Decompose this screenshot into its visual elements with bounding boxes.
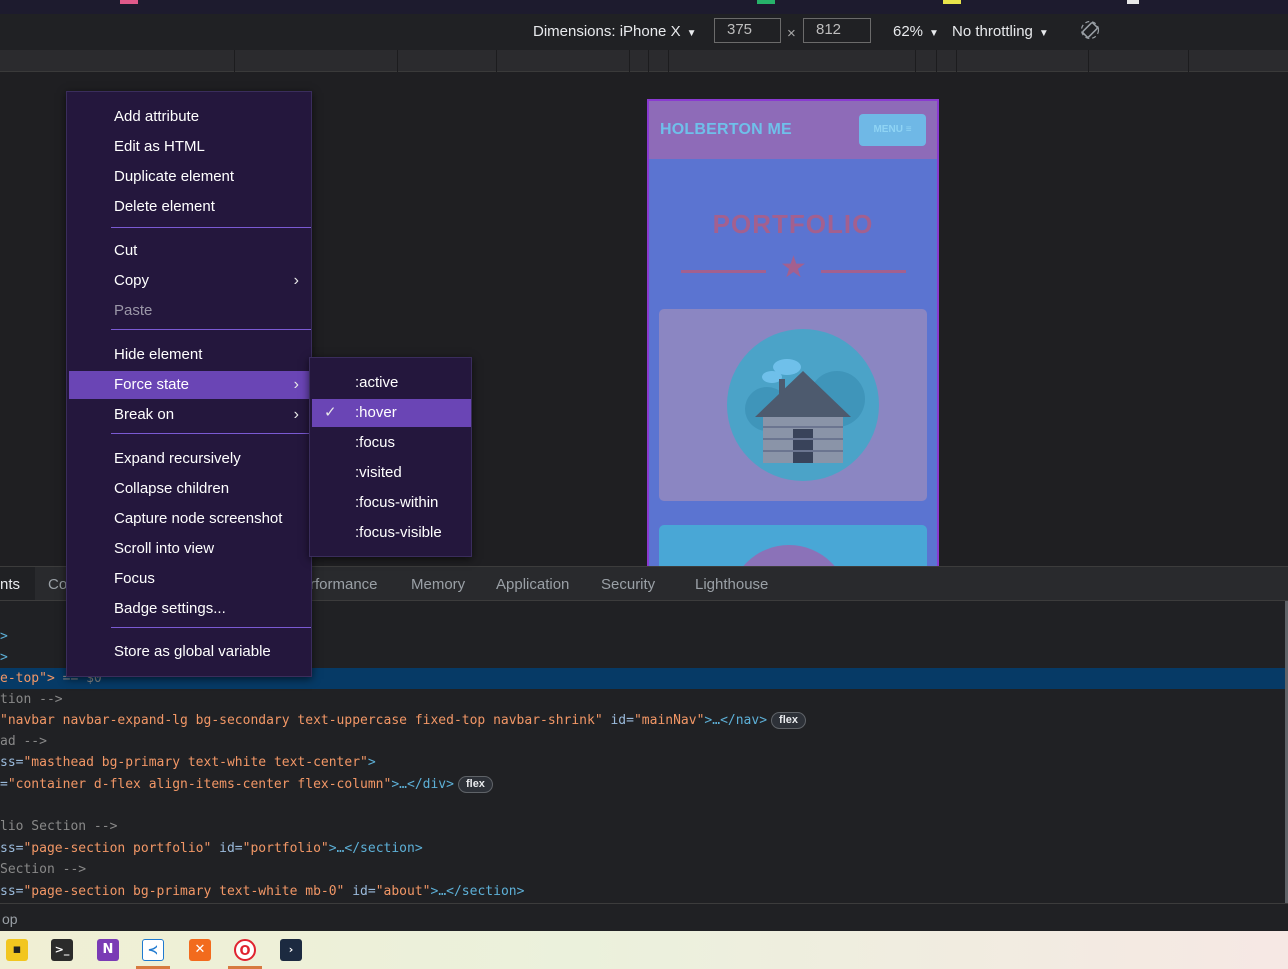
portfolio-item[interactable] <box>659 525 927 566</box>
menu-item-store-as-global-variable[interactable]: Store as global variable <box>69 638 309 666</box>
menu-item-edit-as-html[interactable]: Edit as HTML <box>69 133 309 161</box>
chevron-right-icon: › <box>293 272 299 289</box>
caret-down-icon: ▼ <box>1038 28 1049 39</box>
onenote-icon[interactable]: N <box>97 939 119 961</box>
opera-icon[interactable]: O <box>234 939 256 961</box>
menu-separator <box>111 227 311 228</box>
menu-item-label: Force state <box>114 376 190 393</box>
submenu-item-focus[interactable]: :focus <box>312 429 471 457</box>
tab-memory[interactable]: Memory <box>411 576 465 593</box>
mobile-navbar: HOLBERTON ME MENU ≡ <box>649 101 937 159</box>
caret-down-icon: ▼ <box>929 28 939 39</box>
menu-item-copy[interactable]: Copy › <box>69 267 309 295</box>
menu-item-hide-element[interactable]: Hide element <box>69 341 309 369</box>
portfolio-item[interactable] <box>659 309 927 501</box>
flex-badge[interactable]: flex <box>771 712 807 729</box>
context-menu: Add attribute Edit as HTML Duplicate ele… <box>66 91 312 677</box>
menu-item-paste: Paste <box>114 302 153 319</box>
throttling-dropdown[interactable]: No throttling ▼ <box>952 23 1049 40</box>
menu-separator <box>111 627 311 628</box>
times-symbol: × <box>787 25 796 42</box>
tab-console[interactable]: Co <box>48 576 67 593</box>
submenu-item-active[interactable]: :active <box>312 369 471 397</box>
media-query-bar[interactable] <box>0 50 1288 72</box>
menu-item-delete-element[interactable]: Delete element <box>69 193 309 221</box>
menu-item-force-state[interactable]: Force state › <box>69 371 309 399</box>
menu-item-badge-settings[interactable]: Badge settings... <box>69 595 309 623</box>
menu-item-cut[interactable]: Cut <box>69 237 309 265</box>
portfolio-heading: PORTFOLIO <box>712 209 874 239</box>
menu-item-break-on[interactable]: Break on › <box>69 401 309 429</box>
menu-item-label: Copy <box>114 272 150 289</box>
width-input[interactable]: 375 <box>714 18 781 43</box>
dom-line[interactable]: ss="page-section portfolio" id="portfoli… <box>0 838 1285 859</box>
divider-line <box>821 270 906 273</box>
dimensions-label: Dimensions: iPhone X <box>533 23 681 40</box>
sticky-notes-icon[interactable]: ▪ <box>6 939 28 961</box>
chevron-right-icon: › <box>293 376 299 393</box>
menu-item-collapse-children[interactable]: Collapse children <box>69 475 309 503</box>
dom-line[interactable]: tion --> <box>0 689 1285 710</box>
vscode-icon[interactable]: ≺ <box>142 939 164 961</box>
star-icon: ★ <box>780 251 807 284</box>
checkmark-icon: ✓ <box>324 404 337 421</box>
zoom-label: 62% <box>893 23 924 40</box>
dom-line[interactable]: ="container d-flex align-items-center fl… <box>0 774 1285 795</box>
tab-performance[interactable]: rformance <box>310 576 378 593</box>
brand-logo[interactable]: HOLBERTON ME <box>660 121 792 139</box>
submenu-item-hover[interactable]: ✓ :hover <box>312 399 471 427</box>
submenu-item-visited[interactable]: :visited <box>312 459 471 487</box>
tab-security[interactable]: Security <box>601 576 655 593</box>
menu-button[interactable]: MENU ≡ <box>859 114 926 146</box>
dom-line[interactable]: ad --> <box>0 731 1285 752</box>
tab-fragment <box>943 0 961 4</box>
dimensions-dropdown[interactable]: Dimensions: iPhone X ▼ <box>533 23 696 40</box>
flex-badge[interactable]: flex <box>457 776 493 793</box>
menu-item-label: :hover <box>355 404 397 421</box>
rotate-icon[interactable] <box>1080 20 1100 40</box>
dom-line[interactable]: ss="masthead bg-primary text-white text-… <box>0 752 1285 773</box>
tab-application[interactable]: Application <box>496 576 569 593</box>
device-toolbar: Dimensions: iPhone X ▼ 375 × 812 62% ▼ No … <box>0 14 1288 48</box>
tab-lighthouse[interactable]: Lighthouse <box>695 576 768 593</box>
dom-line[interactable]: ss="page-section bg-primary text-white m… <box>0 881 1285 902</box>
dom-line[interactable]: Section --> <box>0 859 1285 880</box>
tab-fragment <box>1127 0 1139 4</box>
submenu-item-focus-visible[interactable]: :focus-visible <box>312 519 471 547</box>
divider-line <box>681 270 766 273</box>
menu-separator <box>111 433 311 434</box>
throttling-label: No throttling <box>952 23 1033 40</box>
menu-item-focus[interactable]: Focus <box>69 565 309 593</box>
tab-elements[interactable]: nts <box>0 576 20 593</box>
taskbar: ▪ >_ N ≺ ✕ O › <box>0 931 1288 969</box>
terminal-icon[interactable]: >_ <box>51 939 73 961</box>
force-state-submenu: :active ✓ :hover :focus :visited :focus-… <box>309 357 472 557</box>
mobile-page-preview[interactable]: HOLBERTON ME MENU ≡ PORTFOLIO ★ <box>647 99 939 566</box>
powershell-icon[interactable]: › <box>280 939 302 961</box>
menu-item-expand-recursively[interactable]: Expand recursively <box>69 445 309 473</box>
tab-fragment <box>757 0 775 4</box>
menu-item-duplicate-element[interactable]: Duplicate element <box>69 163 309 191</box>
menu-item-capture-node-screenshot[interactable]: Capture node screenshot <box>69 505 309 533</box>
zoom-dropdown[interactable]: 62% ▼ <box>893 23 939 40</box>
dom-line[interactable]: lio Section --> <box>0 816 1285 837</box>
height-input[interactable]: 812 <box>803 18 871 43</box>
dom-line[interactable]: "navbar navbar-expand-lg bg-secondary te… <box>0 710 1285 731</box>
browser-tab-strip <box>0 0 1288 14</box>
breadcrumb[interactable]: op <box>0 903 1288 931</box>
submenu-item-focus-within[interactable]: :focus-within <box>312 489 471 517</box>
caret-down-icon: ▼ <box>686 28 697 39</box>
menu-item-label: Break on <box>114 406 175 423</box>
menu-item-add-attribute[interactable]: Add attribute <box>69 103 309 131</box>
cabin-image <box>727 329 879 481</box>
chevron-right-icon: › <box>293 406 299 423</box>
menu-item-scroll-into-view[interactable]: Scroll into view <box>69 535 309 563</box>
xampp-icon[interactable]: ✕ <box>189 939 211 961</box>
tab-fragment <box>120 0 138 4</box>
menu-separator <box>111 329 311 330</box>
